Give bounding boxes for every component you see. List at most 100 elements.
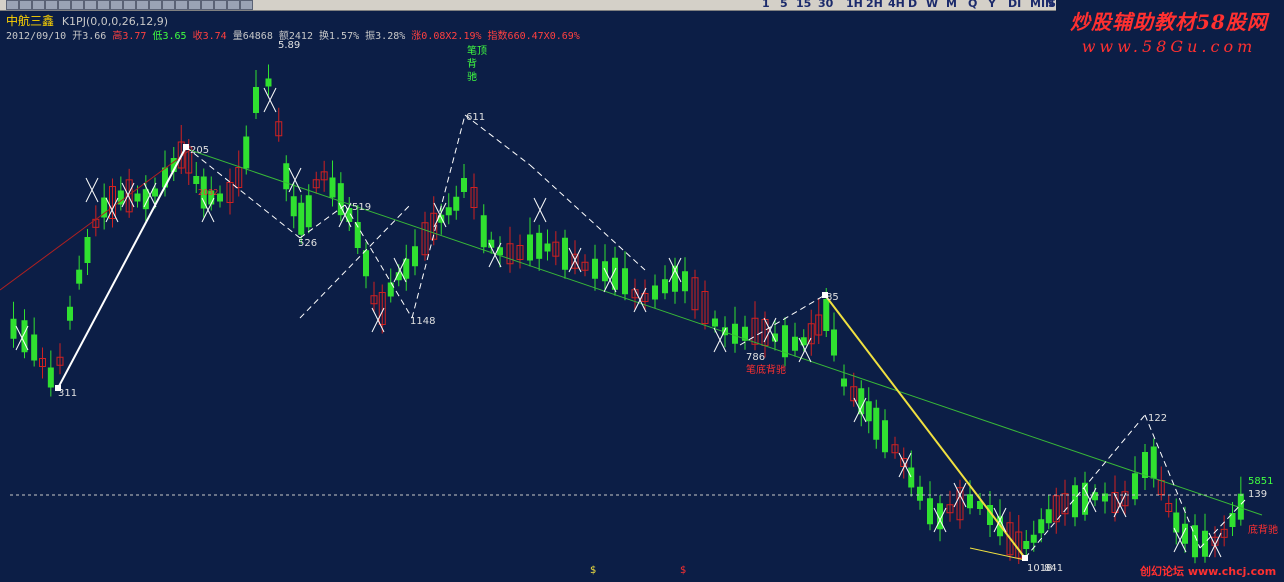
down-candle [445,207,452,216]
down-candle [865,401,872,422]
down-candle [31,334,38,361]
label-bottom-divergence: 笔底背驰 [746,363,786,376]
down-candle [453,196,460,211]
label-high-611: 611 [466,112,485,123]
down-candle [823,299,830,331]
label-peak-122: 122 [1148,413,1167,424]
stock-chart-window: 1 5 15 30 1H 2H 4H D W M Q Y DI MIN S 5.89 205 311 526 519… [0,0,1284,582]
down-candle [967,494,973,509]
ohlc-readout: 2012/09/10 开3.66 高3.77 低3.65 收3.74 量6486… [6,27,580,42]
ohlc-change: 涨0.08X2.19% [411,31,482,42]
down-candle [792,336,798,351]
down-candle [305,195,312,228]
down-candle [329,177,336,198]
marker-red: $ [680,565,686,576]
down-candle [265,78,272,87]
label-level-5851: 5851 [1248,476,1273,487]
label-high-205: 205 [190,145,209,156]
bi-stroke [411,114,466,319]
down-candle [193,176,200,184]
ohlc-high: 高3.77 [112,31,147,42]
down-candle [387,282,394,297]
down-candle [76,269,83,284]
down-candle [682,271,688,292]
down-candle [253,87,259,113]
label-top-divergence: 背 [467,57,477,70]
label-low-841: 841 [1044,563,1063,574]
down-candle [908,467,915,488]
down-candle [662,279,668,294]
down-candle [290,196,297,217]
pivot-point [822,292,828,298]
down-candle [1173,512,1180,533]
down-candle [712,318,718,327]
down-candle [1023,541,1030,549]
pivot-point [55,385,61,391]
down-candle [283,163,290,190]
ohlc-amplitude: 振3.28% [365,31,406,42]
label-top-divergence: 笔顶 [467,44,487,57]
down-candle [544,243,551,252]
segment-stroke [969,547,1026,561]
segment-stroke [824,294,1026,559]
label-low-1148: 1148 [410,316,435,327]
down-candle [1150,446,1157,479]
ohlc-volume: 量64868 [232,31,273,42]
down-candle [298,202,305,235]
ohlc-close: 收3.74 [192,31,227,42]
down-candle [480,215,487,248]
pivot-point [183,144,189,150]
down-candle [652,285,658,300]
down-candle [732,323,738,344]
down-candle [1045,509,1052,524]
label-low-526: 526 [298,238,317,249]
ohlc-low: 低3.65 [152,31,187,42]
watermark-url: www.58Gu.com [1081,37,1257,56]
ohlc-turnover: 换1.57% [319,31,360,42]
down-candle [1030,534,1037,543]
pivot-point [1022,555,1028,561]
down-candle [592,258,598,279]
marker-yellow: $ [590,565,596,576]
down-candle [461,178,467,192]
ohlc-index: 指数660.47X0.69% [487,31,580,42]
down-candle [917,486,923,501]
down-candle [622,268,628,295]
down-candle [841,378,847,387]
down-candle [873,407,880,440]
label-top-divergence: 驰 [467,70,477,83]
down-candle [527,234,533,261]
down-candle [1202,530,1208,557]
bi-stroke [299,204,411,319]
down-candle [831,329,837,356]
bi-stroke [1024,414,1146,559]
down-candle [602,261,608,282]
forum-logo: 创幻论坛 www.chcj.com [1139,564,1276,578]
down-candle [47,367,54,388]
down-candle [1038,519,1045,534]
trend-line [189,149,1263,516]
down-candle [562,237,568,270]
down-candle [536,232,543,259]
watermark-title: 炒股辅助教材58股网 [1070,10,1268,34]
down-candle [927,498,933,525]
down-candle [882,420,888,453]
stock-name: 中航三鑫 [6,14,55,28]
trend-line [0,149,191,291]
down-candle [363,250,369,277]
kline-chart[interactable]: 5.892053115265191148611笔顶背驰786笔底背驰851018… [0,0,1284,582]
down-candle [412,246,418,267]
label-right-divergence: 底背驰 [1248,523,1278,536]
down-candle [858,388,865,415]
down-candle [134,193,141,202]
label-low-786: 786 [746,352,765,363]
label-marker-2032: 2032 [198,188,218,197]
down-candle [84,237,91,263]
down-candle [10,318,17,339]
down-candle [243,136,250,169]
watermark: 炒股辅助教材58股网 www.58Gu.com [1058,6,1280,56]
down-candle [67,306,73,321]
ohlc-date: 2012/09/10 [6,31,67,42]
ohlc-amount: 额2412 [278,31,313,42]
label-mid-519: 519 [352,202,371,213]
